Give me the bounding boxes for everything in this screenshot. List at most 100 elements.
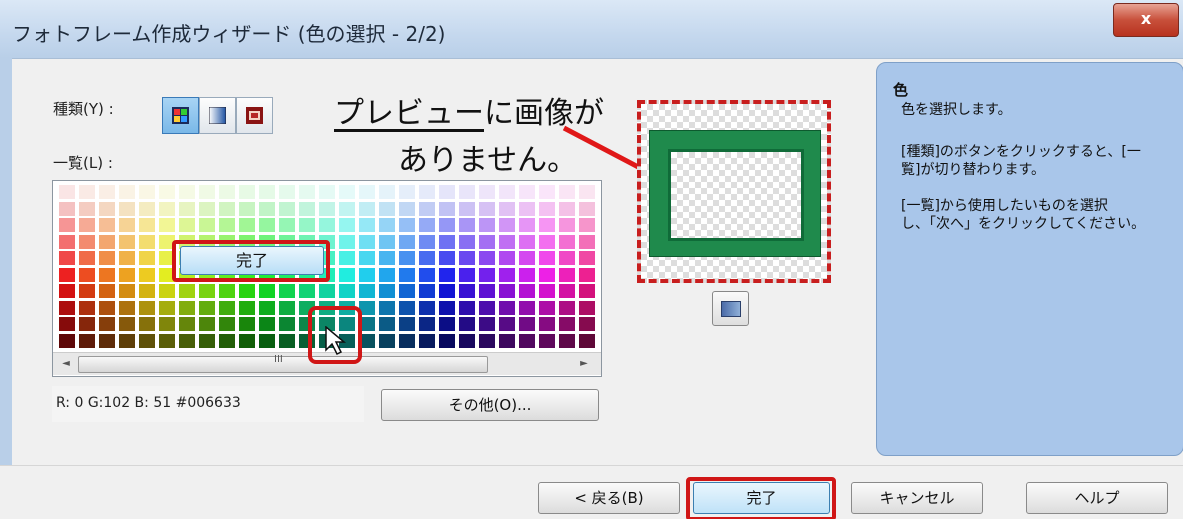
color-swatch[interactable] (479, 234, 495, 249)
color-swatch[interactable] (139, 284, 155, 298)
color-swatch[interactable] (539, 333, 555, 348)
color-swatch[interactable] (439, 251, 455, 265)
color-swatch[interactable] (379, 251, 395, 265)
color-swatch[interactable] (559, 218, 575, 232)
color-swatch[interactable] (279, 218, 295, 232)
color-swatch[interactable] (359, 234, 375, 249)
color-swatch[interactable] (179, 317, 195, 331)
color-swatch[interactable] (259, 333, 275, 348)
color-swatch[interactable] (239, 185, 255, 199)
color-swatch[interactable] (219, 333, 235, 348)
color-swatch[interactable] (99, 333, 115, 348)
color-swatch[interactable] (139, 185, 155, 199)
color-swatch[interactable] (399, 284, 415, 298)
color-swatch[interactable] (239, 218, 255, 232)
color-swatch[interactable] (199, 317, 215, 331)
color-swatch[interactable] (419, 300, 435, 315)
color-swatch[interactable] (179, 300, 195, 315)
color-swatch[interactable] (559, 300, 575, 315)
color-swatch[interactable] (199, 201, 215, 216)
color-swatch[interactable] (339, 218, 355, 232)
color-swatch[interactable] (99, 218, 115, 232)
color-swatch[interactable] (79, 267, 95, 282)
color-swatch[interactable] (439, 284, 455, 298)
color-swatch[interactable] (499, 234, 515, 249)
color-swatch[interactable] (59, 201, 75, 216)
type-button-palette[interactable] (162, 97, 199, 134)
color-swatch[interactable] (319, 284, 335, 298)
color-swatch[interactable] (219, 300, 235, 315)
color-swatch[interactable] (479, 300, 495, 315)
color-swatch[interactable] (459, 317, 475, 331)
color-swatch[interactable] (439, 201, 455, 216)
color-swatch[interactable] (539, 234, 555, 249)
color-swatch[interactable] (339, 267, 355, 282)
color-swatch[interactable] (199, 185, 215, 199)
color-swatch[interactable] (439, 317, 455, 331)
color-swatch[interactable] (459, 300, 475, 315)
color-swatch[interactable] (579, 333, 595, 348)
color-swatch[interactable] (519, 317, 535, 331)
color-swatch[interactable] (239, 300, 255, 315)
color-swatch[interactable] (359, 218, 375, 232)
color-swatch[interactable] (79, 317, 95, 331)
scroll-right-arrow-icon[interactable]: ► (577, 356, 591, 372)
color-swatch[interactable] (59, 234, 75, 249)
color-swatch[interactable] (119, 251, 135, 265)
color-swatch[interactable] (239, 284, 255, 298)
color-swatch[interactable] (519, 284, 535, 298)
color-swatch[interactable] (559, 201, 575, 216)
color-swatch[interactable] (439, 234, 455, 249)
color-swatch[interactable] (59, 300, 75, 315)
color-swatch[interactable] (579, 234, 595, 249)
scroll-thumb[interactable]: III (78, 354, 488, 373)
color-swatch[interactable] (579, 185, 595, 199)
color-swatch[interactable] (339, 185, 355, 199)
color-swatch[interactable] (239, 201, 255, 216)
color-swatch[interactable] (179, 201, 195, 216)
color-swatch[interactable] (119, 333, 135, 348)
color-swatch[interactable] (159, 300, 175, 315)
color-swatch[interactable] (259, 201, 275, 216)
color-swatch[interactable] (479, 218, 495, 232)
color-swatch[interactable] (419, 201, 435, 216)
color-swatch[interactable] (119, 267, 135, 282)
color-swatch[interactable] (439, 218, 455, 232)
color-swatch[interactable] (59, 267, 75, 282)
color-swatch[interactable] (79, 284, 95, 298)
color-swatch[interactable] (99, 284, 115, 298)
color-swatch[interactable] (519, 218, 535, 232)
color-swatch[interactable] (199, 218, 215, 232)
color-swatch[interactable] (499, 333, 515, 348)
color-swatch[interactable] (439, 333, 455, 348)
color-swatch[interactable] (119, 201, 135, 216)
color-swatch[interactable] (219, 185, 235, 199)
color-swatch[interactable] (499, 201, 515, 216)
back-button[interactable]: < 戻る(B) (538, 482, 680, 514)
color-swatch[interactable] (279, 201, 295, 216)
color-swatch[interactable] (59, 185, 75, 199)
color-swatch[interactable] (299, 218, 315, 232)
color-swatch[interactable] (259, 284, 275, 298)
color-swatch[interactable] (119, 185, 135, 199)
color-swatch[interactable] (259, 218, 275, 232)
color-swatch[interactable] (139, 267, 155, 282)
color-swatch[interactable] (379, 185, 395, 199)
color-swatch[interactable] (79, 201, 95, 216)
color-swatch[interactable] (419, 185, 435, 199)
color-swatch[interactable] (519, 300, 535, 315)
color-swatch[interactable] (479, 333, 495, 348)
color-swatch[interactable] (59, 333, 75, 348)
color-swatch[interactable] (399, 234, 415, 249)
color-swatch[interactable] (59, 317, 75, 331)
color-swatch[interactable] (219, 284, 235, 298)
color-swatch[interactable] (239, 317, 255, 331)
color-swatch[interactable] (199, 333, 215, 348)
color-swatch[interactable] (459, 218, 475, 232)
color-swatch[interactable] (139, 234, 155, 249)
color-swatch[interactable] (79, 333, 95, 348)
help-button[interactable]: ヘルプ (1026, 482, 1168, 514)
color-swatch[interactable] (579, 201, 595, 216)
color-swatch[interactable] (379, 234, 395, 249)
color-swatch[interactable] (399, 317, 415, 331)
